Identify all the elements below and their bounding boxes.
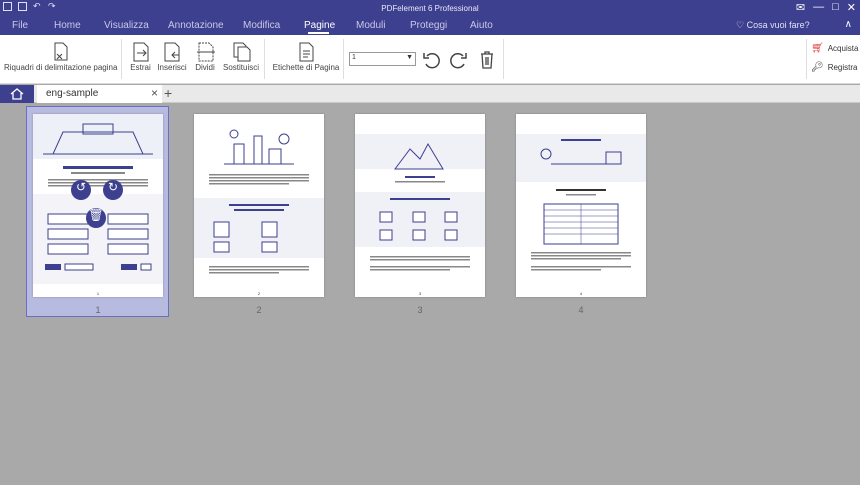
home-icon	[10, 88, 24, 100]
rotate-right-icon[interactable]	[447, 49, 469, 71]
help-bulb-icon: ♡	[736, 20, 745, 30]
page-thumbnail-3[interactable]: 3	[355, 114, 485, 297]
page-number-value: 1	[352, 54, 356, 61]
page-labels-button[interactable]: Etichette di Pagina	[272, 35, 340, 84]
rotate-right-overlay-button[interactable]: ↻	[103, 180, 123, 200]
page-inner-number: 4	[579, 291, 583, 296]
page-inner-number: 2	[257, 291, 261, 296]
document-tab-bar: eng-sample × +	[0, 85, 860, 103]
chevron-down-icon: ▼	[406, 54, 413, 61]
register-link[interactable]: 🔑︎ Registra	[811, 62, 858, 73]
maximize-button[interactable]: □	[832, 1, 839, 14]
insert-icon	[164, 42, 180, 62]
menu-proteggi[interactable]: Proteggi	[410, 20, 447, 31]
ribbon-separator	[264, 39, 265, 79]
page-labels-label: Etichette di Pagina	[272, 63, 340, 72]
key-icon: 🔑︎	[811, 62, 824, 73]
page-thumbnail-1[interactable]: ↺ ↻ 🗑︎ 1	[33, 114, 163, 297]
active-tab-indicator	[308, 32, 329, 34]
rotate-left-icon[interactable]	[421, 49, 443, 71]
replace-icon	[233, 42, 251, 62]
minimize-button[interactable]: —	[813, 1, 824, 14]
rotate-left-icon: ↺	[75, 180, 87, 194]
extract-button[interactable]: Estrai	[128, 35, 153, 84]
page-2-preview	[194, 129, 324, 274]
menu-modifica[interactable]: Modifica	[243, 20, 280, 31]
menu-annotazione[interactable]: Annotazione	[168, 20, 224, 31]
help-search-label: Cosa vuoi fare?	[746, 20, 810, 30]
buy-link[interactable]: 🛒︎ Acquista	[811, 43, 858, 54]
page-labels-icon	[299, 42, 314, 62]
register-label: Registra	[827, 63, 858, 72]
delete-icon[interactable]	[476, 49, 498, 71]
crop-icon	[54, 42, 68, 61]
page-inner-number: 3	[418, 291, 422, 296]
menu-moduli[interactable]: Moduli	[356, 20, 385, 31]
page-inner-number: 1	[96, 291, 100, 296]
window-controls: ✉ — □ ✕	[796, 1, 856, 14]
page-4-preview	[516, 134, 646, 271]
split-icon	[197, 42, 215, 62]
menu-file[interactable]: File	[12, 20, 28, 31]
extract-icon	[133, 42, 149, 62]
cart-icon: 🛒︎	[811, 43, 824, 54]
ribbon-separator	[343, 39, 344, 79]
replace-button[interactable]: Sostituisci	[222, 35, 260, 84]
document-tab-name: eng-sample	[46, 88, 99, 99]
extract-label: Estrai	[130, 63, 151, 72]
crop-pages-button[interactable]: Riquadri di delimitazione pagina	[4, 35, 118, 84]
ribbon-separator	[121, 39, 122, 79]
window-title: PDFelement 6 Professional	[381, 4, 479, 13]
menu-home[interactable]: Home	[54, 20, 81, 31]
delete-icon: 🗑︎	[88, 208, 104, 222]
close-window-button[interactable]: ✕	[847, 1, 856, 14]
split-button[interactable]: Dividi	[193, 35, 217, 84]
replace-label: Sostituisci	[222, 63, 259, 72]
crop-pages-label: Riquadri di delimitazione pagina	[4, 63, 118, 72]
ribbon-separator	[503, 39, 504, 79]
plus-icon[interactable]: +	[164, 85, 172, 101]
buy-label: Acquista	[827, 44, 859, 53]
page-thumbnail-2[interactable]: 2	[194, 114, 324, 297]
home-tab-button[interactable]	[0, 85, 34, 103]
page-number-label: 2	[256, 305, 262, 315]
title-bar: ↶ ↷ PDFelement 6 Professional ✉ — □ ✕	[0, 0, 860, 17]
page-number-label: 3	[417, 305, 423, 315]
menu-bar: File Home Visualizza Annotazione Modific…	[0, 17, 860, 35]
page-number-select[interactable]: 1 ▼	[349, 52, 416, 66]
ribbon-separator	[806, 39, 807, 79]
page-3-preview	[355, 134, 485, 271]
help-search[interactable]: ♡ Cosa vuoi fare?	[736, 20, 810, 31]
split-label: Dividi	[195, 63, 215, 72]
document-tab[interactable]: eng-sample ×	[37, 85, 162, 103]
menu-visualizza[interactable]: Visualizza	[104, 20, 149, 31]
close-icon[interactable]: ×	[151, 86, 158, 100]
menu-pagine[interactable]: Pagine	[304, 20, 335, 31]
page-1-preview	[33, 114, 163, 284]
insert-button[interactable]: Inserisci	[157, 35, 187, 84]
insert-label: Inserisci	[157, 63, 187, 72]
rotate-right-icon: ↻	[107, 180, 119, 194]
page-number-label: 1	[95, 305, 101, 315]
page-number-label: 4	[578, 305, 584, 315]
menu-aiuto[interactable]: Aiuto	[470, 20, 493, 31]
rotate-left-overlay-button[interactable]: ↺	[71, 180, 91, 200]
ribbon-toolbar: Riquadri di delimitazione pagina Estrai …	[0, 35, 860, 84]
collapse-ribbon-icon[interactable]: ∧	[845, 19, 852, 30]
delete-overlay-button[interactable]: 🗑︎	[86, 208, 106, 228]
page-thumbnail-4[interactable]: 4	[516, 114, 646, 297]
mail-icon[interactable]: ✉	[796, 1, 805, 14]
